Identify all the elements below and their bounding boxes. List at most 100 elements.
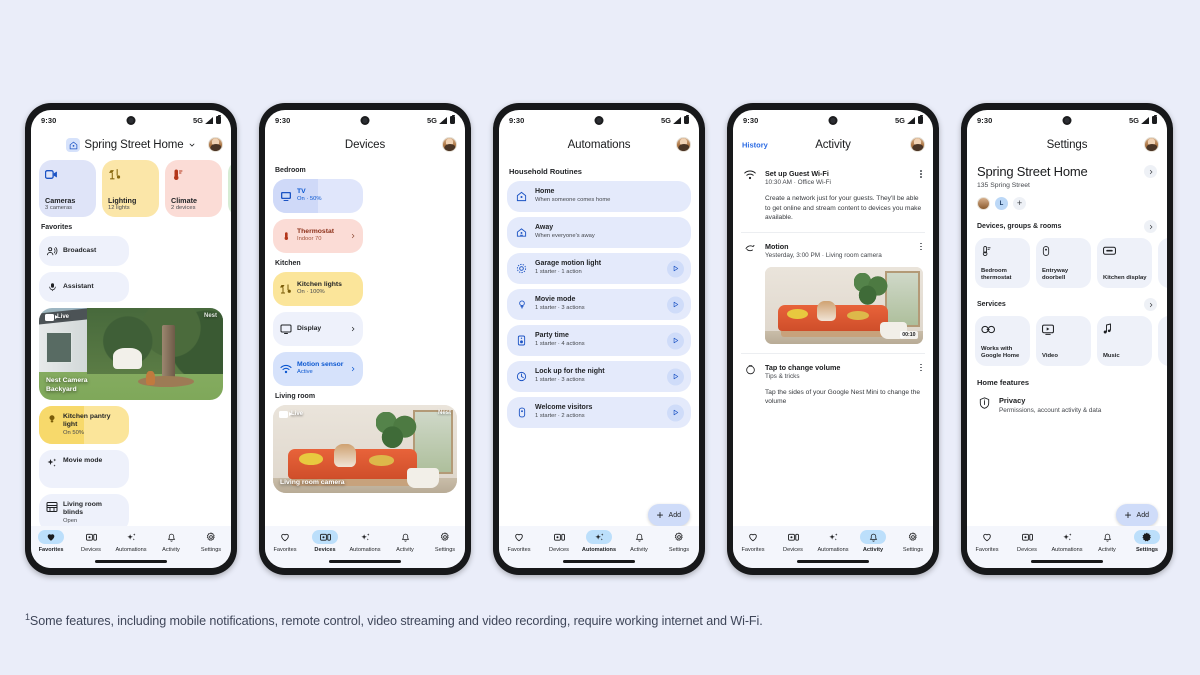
settings-tile-kitchen-display[interactable]: Kitchen display — [1097, 238, 1152, 288]
settings-tile-partial[interactable] — [1158, 316, 1167, 366]
avatar[interactable] — [442, 137, 457, 152]
nav-automations[interactable]: Automations — [111, 530, 151, 553]
automation-row-home[interactable]: Home When someone comes home — [507, 181, 691, 212]
tile-living-room-blinds[interactable]: Living room blinds Open — [39, 494, 129, 526]
automation-title: Garage motion light — [535, 260, 602, 268]
avatar[interactable] — [676, 137, 691, 152]
chevron-right-icon[interactable] — [1144, 220, 1157, 233]
settings-tile-partial[interactable] — [1158, 238, 1167, 288]
nav-settings[interactable]: Settings — [659, 530, 699, 553]
play-button[interactable] — [667, 296, 684, 313]
gesture-bar[interactable] — [1031, 560, 1103, 563]
nav-automations[interactable]: Automations — [1047, 530, 1087, 553]
automation-row-away[interactable]: Away When everyone's away — [507, 217, 691, 248]
nav-activity[interactable]: Activity — [385, 530, 425, 553]
settings-tile-works-with-google-home[interactable]: Works with Google Home — [975, 316, 1030, 366]
activity-title: Motion — [765, 241, 789, 251]
avatar[interactable] — [208, 137, 223, 152]
overflow-menu-icon[interactable] — [920, 363, 922, 372]
overflow-menu-icon[interactable] — [920, 242, 922, 251]
play-button[interactable] — [667, 260, 684, 277]
nav-favorites[interactable]: Favorites — [499, 530, 539, 553]
gesture-bar[interactable] — [797, 560, 869, 563]
gesture-bar[interactable] — [563, 560, 635, 563]
member-initial[interactable]: L — [995, 197, 1008, 210]
tile-display[interactable]: Display — [273, 312, 363, 346]
footnote-text: Some features, including mobile notifica… — [29, 614, 763, 629]
section-header-services[interactable]: Services — [977, 298, 1157, 311]
activity-item-motion[interactable]: Motion Yesterday, 3:00 PM · Living room … — [741, 231, 925, 353]
category-lighting[interactable]: Lighting 12 lights — [102, 160, 159, 217]
tile-thermostat[interactable]: Thermostat Indoor 70 — [273, 219, 363, 253]
nav-favorites[interactable]: Favorites — [265, 530, 305, 553]
chevron-right-icon[interactable] — [1144, 298, 1157, 311]
home-summary[interactable]: Spring Street Home 135 Spring Street L + — [975, 160, 1159, 210]
settings-row-privacy[interactable]: Privacy Permissions, account activity & … — [975, 392, 1159, 414]
nav-settings[interactable]: Settings — [191, 530, 231, 553]
nav-devices[interactable]: Devices — [539, 530, 579, 553]
automation-row-movie-mode[interactable]: Movie mode 1 starter · 3 actions — [507, 289, 691, 320]
nav-devices[interactable]: Devices — [305, 530, 345, 553]
chevron-right-icon[interactable] — [1144, 165, 1157, 178]
quick-action-broadcast[interactable]: Broadcast — [39, 236, 129, 266]
category-partial[interactable] — [228, 160, 231, 217]
home-selector[interactable]: Spring Street Home — [66, 138, 195, 152]
nav-devices[interactable]: Devices — [773, 530, 813, 553]
chevron-right-icon[interactable] — [350, 227, 356, 245]
settings-tile-music[interactable]: Music — [1097, 316, 1152, 366]
settings-tile-video[interactable]: Video — [1036, 316, 1091, 366]
tile-motion-sensor[interactable]: Motion sensor Active — [273, 352, 363, 386]
chevron-right-icon[interactable] — [350, 320, 356, 338]
chevron-right-icon[interactable] — [350, 360, 356, 378]
chevron-down-icon[interactable] — [188, 141, 196, 149]
nav-activity[interactable]: Activity — [151, 530, 191, 553]
nav-favorites[interactable]: Favorites — [733, 530, 773, 553]
automation-row-lock-up-for-the-night[interactable]: Lock up for the night 1 starter · 3 acti… — [507, 361, 691, 392]
nav-favorites[interactable]: Favorites — [31, 530, 71, 553]
category-cameras[interactable]: Cameras 3 cameras — [39, 160, 96, 217]
quick-action-assistant[interactable]: Assistant — [39, 272, 129, 302]
play-button[interactable] — [667, 368, 684, 385]
nav-devices[interactable]: Devices — [1007, 530, 1047, 553]
camera-card-living-room[interactable]: Live Nest Living room camera — [273, 405, 457, 493]
play-button[interactable] — [667, 404, 684, 421]
play-button[interactable] — [667, 332, 684, 349]
gesture-bar[interactable] — [329, 560, 401, 563]
tile-tv[interactable]: TV On · 50% — [273, 179, 363, 213]
automation-row-party-time[interactable]: Party time 1 starter · 4 actions — [507, 325, 691, 356]
add-settings-fab[interactable]: + Add — [1115, 504, 1158, 526]
tile-kitchen-lights[interactable]: Kitchen lights On · 100% — [273, 272, 363, 306]
section-header-devices-groups-rooms[interactable]: Devices, groups & rooms — [977, 220, 1157, 233]
activity-item-guest-wifi[interactable]: Set up Guest Wi-Fi 10:30 AM · Office Wi-… — [741, 160, 925, 232]
add-member-button[interactable]: + — [1013, 197, 1026, 210]
category-climate[interactable]: Climate 2 devices — [165, 160, 222, 217]
avatar[interactable] — [977, 197, 990, 210]
nav-settings[interactable]: Settings — [893, 530, 933, 553]
tile-kitchen-pantry-light[interactable]: Kitchen pantry light On 50% — [39, 406, 129, 444]
nav-devices[interactable]: Devices — [71, 530, 111, 553]
nav-activity[interactable]: Activity — [619, 530, 659, 553]
nav-activity[interactable]: Activity — [1087, 530, 1127, 553]
nav-settings[interactable]: Settings — [1127, 530, 1167, 553]
history-link[interactable]: History — [742, 141, 768, 150]
automation-row-garage-motion-light[interactable]: Garage motion light 1 starter · 1 action — [507, 253, 691, 284]
activity-thumbnail[interactable]: 00:10 — [765, 266, 923, 344]
nav-label: Favorites — [507, 547, 531, 553]
nav-activity[interactable]: Activity — [853, 530, 893, 553]
settings-tile-bedroom-thermostat[interactable]: Bedroom thermostat — [975, 238, 1030, 288]
nav-automations[interactable]: Automations — [813, 530, 853, 553]
nav-automations[interactable]: Automations — [345, 530, 385, 553]
camera-card-backyard[interactable]: Live Nest Nest Camera Backyard — [39, 308, 223, 400]
add-automation-fab[interactable]: + Add — [647, 504, 690, 526]
nav-settings[interactable]: Settings — [425, 530, 465, 553]
avatar[interactable] — [910, 137, 925, 152]
nav-automations[interactable]: Automations — [579, 530, 619, 553]
nav-favorites[interactable]: Favorites — [967, 530, 1007, 553]
tile-movie-mode[interactable]: Movie mode — [39, 450, 129, 488]
activity-item-tap-to-change-volume[interactable]: Tap to change volume Tips & tricks Tap t… — [741, 352, 925, 416]
gesture-bar[interactable] — [95, 560, 167, 563]
settings-tile-entryway-doorbell[interactable]: Entryway doorbell — [1036, 238, 1091, 288]
automation-row-welcome-visitors[interactable]: Welcome visitors 1 starter · 2 actions — [507, 397, 691, 428]
avatar[interactable] — [1144, 137, 1159, 152]
overflow-menu-icon[interactable] — [920, 170, 922, 178]
